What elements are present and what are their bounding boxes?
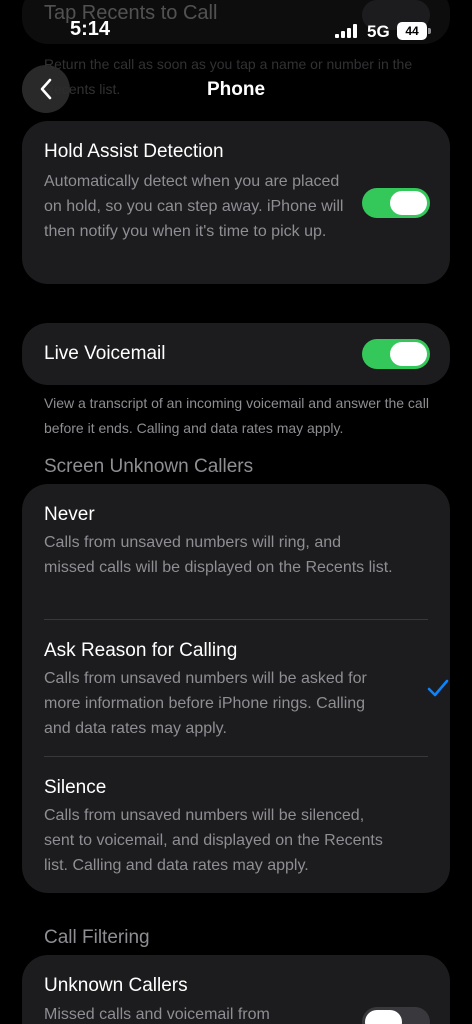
- option-description: Calls from unsaved numbers will be silen…: [44, 807, 383, 874]
- hold-assist-toggle[interactable]: [362, 188, 430, 218]
- live-voicemail-title: Live Voicemail: [44, 343, 166, 364]
- live-voicemail-card: Live Voicemail: [22, 323, 450, 385]
- option-title: Ask Reason for Calling: [44, 640, 238, 661]
- status-time: 5:14: [70, 18, 111, 40]
- phone-settings-screen: Tap Recents to Call Return the call as s…: [0, 0, 472, 1024]
- page-title: Phone: [206, 79, 266, 100]
- live-voicemail-footer: View a transcript of an incoming voicema…: [44, 395, 429, 436]
- section-header-screen-unknown: Screen Unknown Callers: [44, 456, 254, 477]
- unknown-callers-toggle[interactable]: [362, 1007, 430, 1024]
- option-title: Silence: [44, 777, 107, 798]
- screen-unknown-card: Never Calls from unsaved numbers will ri…: [22, 484, 450, 893]
- hold-assist-card: Hold Assist Detection Automatically dete…: [22, 121, 450, 284]
- option-description: Calls from unsaved numbers will be asked…: [44, 670, 367, 737]
- option-title: Never: [44, 504, 95, 525]
- toggle-knob: [365, 1010, 402, 1024]
- option-description: Calls from unsaved numbers will ring, an…: [44, 534, 393, 576]
- live-voicemail-toggle[interactable]: [362, 339, 430, 369]
- network-type-label: 5G: [367, 22, 390, 41]
- toggle-knob: [390, 342, 427, 366]
- toggle-knob: [390, 191, 427, 215]
- divider: [44, 619, 428, 620]
- unknown-callers-description: Missed calls and voicemail from: [44, 1006, 270, 1023]
- battery-tip: [428, 28, 431, 34]
- section-header-call-filtering: Call Filtering: [44, 927, 150, 948]
- hold-assist-title: Hold Assist Detection: [44, 141, 224, 162]
- call-filtering-card: Unknown Callers Missed calls and voicema…: [22, 955, 450, 1024]
- checkmark-icon: [427, 679, 449, 697]
- cellular-signal-icon: [335, 24, 357, 38]
- battery-indicator: 44: [397, 22, 427, 40]
- divider: [44, 756, 428, 757]
- hold-assist-description: Automatically detect when you are placed…: [44, 173, 344, 240]
- unknown-callers-title: Unknown Callers: [44, 975, 188, 996]
